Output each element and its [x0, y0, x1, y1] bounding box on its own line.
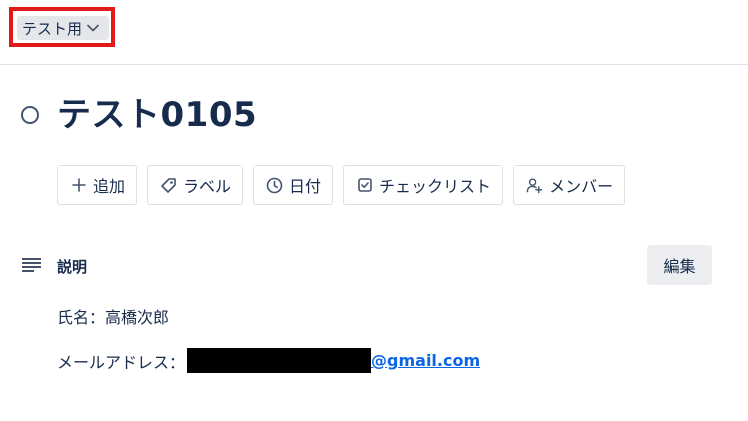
header-divider [0, 64, 748, 65]
list-selector-highlight: テスト用 [9, 7, 115, 47]
add-button-label: 追加 [93, 177, 126, 196]
edit-description-button[interactable]: 編集 [647, 245, 712, 285]
card-title[interactable]: テスト0105 [57, 93, 257, 137]
list-selector-button[interactable]: テスト用 [17, 16, 109, 40]
label-button-label: ラベル [183, 177, 232, 196]
list-name: テスト用 [22, 19, 83, 38]
description-name-line: 氏名：高橋次郎 [57, 308, 170, 327]
add-person-icon [526, 177, 543, 194]
description-icon [22, 257, 42, 273]
redaction-block [187, 348, 372, 373]
add-button[interactable]: 追加 [57, 165, 138, 205]
description-email-line: メールアドレス： @gmail.com [57, 348, 480, 373]
card-actions: 追加 ラベル 日付 チェックリスト メンバー [57, 165, 626, 205]
clock-icon [266, 177, 283, 194]
members-button-label: メンバー [549, 177, 614, 196]
checkbox-icon [356, 177, 373, 194]
email-link[interactable]: @gmail.com [371, 351, 480, 370]
checklist-button-label: チェックリスト [379, 177, 492, 196]
email-prefix: メールアドレス： [57, 352, 186, 372]
dates-button-label: 日付 [289, 177, 322, 196]
plus-icon [70, 177, 87, 194]
label-button[interactable]: ラベル [147, 165, 244, 205]
checklist-button[interactable]: チェックリスト [343, 165, 504, 205]
members-button[interactable]: メンバー [513, 165, 626, 205]
description-heading: 説明 [57, 258, 88, 276]
tag-icon [160, 177, 177, 194]
dates-button[interactable]: 日付 [253, 165, 334, 205]
chevron-down-icon [87, 24, 99, 32]
complete-toggle-circle[interactable] [21, 106, 39, 124]
